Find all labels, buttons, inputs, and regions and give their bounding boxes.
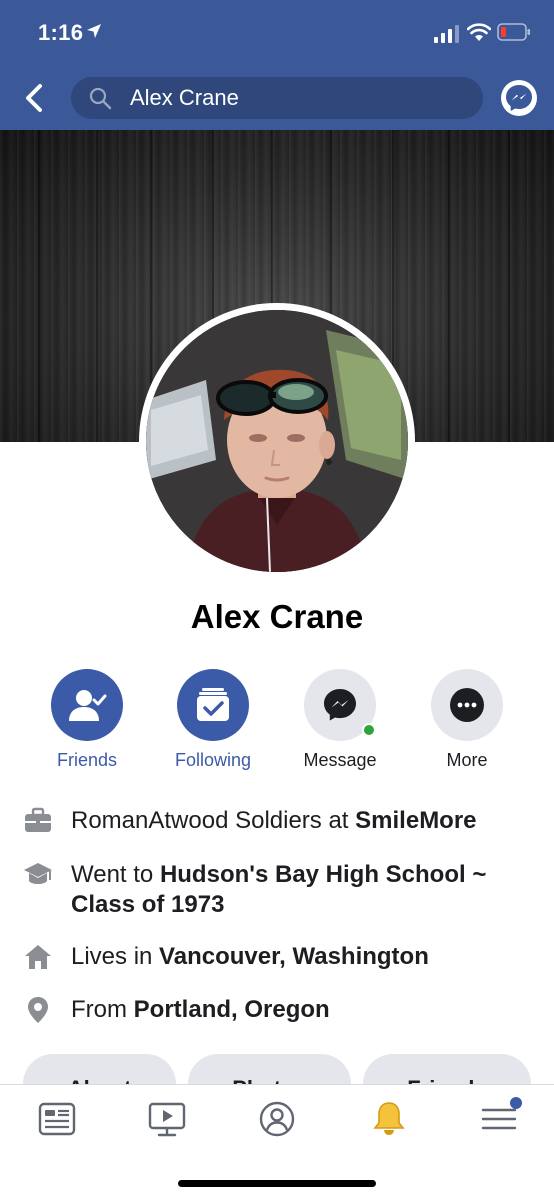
location-arrow-icon xyxy=(87,24,101,38)
briefcase-icon xyxy=(25,807,51,832)
cell-signal-icon xyxy=(434,25,459,43)
friends-label: Friends xyxy=(56,750,118,770)
status-bar: 1:16 xyxy=(0,0,554,64)
friends-button[interactable]: Friends xyxy=(37,669,137,771)
more-icon xyxy=(450,688,484,722)
following-label: Following xyxy=(174,750,252,770)
graduation-cap-icon xyxy=(24,863,52,884)
cover-wood-grain xyxy=(508,130,510,442)
avatar-photo xyxy=(146,310,408,572)
work-text: RomanAtwood Soldiers at SmileMore xyxy=(71,806,521,836)
from-place-link[interactable]: Portland, Oregon xyxy=(134,996,330,1023)
profile-name: Alex Crane xyxy=(190,598,364,635)
messenger-button[interactable] xyxy=(501,80,537,116)
work-place-link[interactable]: SmileMore xyxy=(355,807,476,834)
search-icon xyxy=(89,87,112,110)
message-button-circle xyxy=(304,669,376,741)
cover-wood-grain xyxy=(96,130,98,442)
top-header: 1:16 Alex Crane xyxy=(0,0,554,130)
notifications-icon[interactable] xyxy=(369,1099,409,1139)
message-label: Message xyxy=(303,750,377,770)
friends-icon xyxy=(69,690,107,721)
watch-icon[interactable] xyxy=(147,1099,187,1139)
education-text: Went to Hudson's Bay High School ~ Class… xyxy=(71,860,521,920)
location-pin-icon xyxy=(28,997,48,1023)
message-button[interactable]: Message xyxy=(290,669,390,771)
cover-wood-grain xyxy=(38,130,40,442)
status-time: 1:16 xyxy=(38,20,84,45)
messenger-icon xyxy=(506,85,532,111)
menu-notification-dot xyxy=(510,1097,522,1109)
avatar-portrait-illustration xyxy=(146,310,408,572)
news-feed-icon[interactable] xyxy=(37,1099,77,1139)
lives-place-link[interactable]: Vancouver, Washington xyxy=(159,943,429,970)
more-button[interactable]: More xyxy=(417,669,517,771)
from-text: From Portland, Oregon xyxy=(71,995,521,1025)
work-prefix: RomanAtwood Soldiers at xyxy=(71,807,356,834)
education-prefix: Went to xyxy=(71,861,160,888)
online-status-dot xyxy=(362,723,376,737)
lives-text: Lives in Vancouver, Washington xyxy=(71,942,521,972)
back-button[interactable] xyxy=(20,80,50,116)
lives-prefix: Lives in xyxy=(71,943,160,970)
from-prefix: From xyxy=(71,996,134,1023)
search-input[interactable]: Alex Crane xyxy=(71,77,483,119)
profile-picture[interactable] xyxy=(139,303,415,579)
following-icon xyxy=(197,688,229,721)
friends-button-circle xyxy=(51,669,123,741)
search-query: Alex Crane xyxy=(130,85,239,110)
wifi-icon xyxy=(467,23,491,41)
cover-wood-grain xyxy=(448,130,450,442)
following-button-circle xyxy=(177,669,249,741)
following-button[interactable]: Following xyxy=(163,669,263,771)
more-label: More xyxy=(446,750,488,770)
profile-icon[interactable] xyxy=(257,1099,297,1139)
home-indicator[interactable] xyxy=(178,1180,376,1187)
more-button-circle xyxy=(431,669,503,741)
battery-icon xyxy=(497,23,530,41)
home-icon xyxy=(25,945,51,969)
